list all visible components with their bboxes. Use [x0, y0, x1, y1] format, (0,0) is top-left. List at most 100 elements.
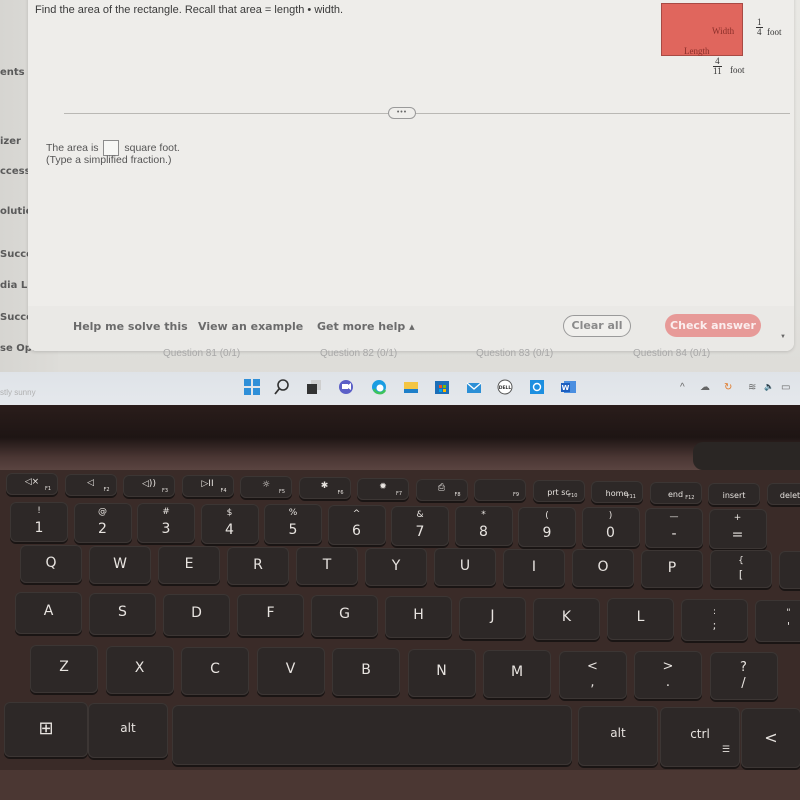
key-8[interactable]: * 8	[454, 506, 513, 547]
key-n[interactable]: N	[407, 649, 476, 697]
key-z[interactable]: Z	[30, 645, 98, 693]
function-key-delete[interactable]: delete	[766, 483, 800, 506]
function-key-f4[interactable]: ▷II F4	[181, 475, 234, 498]
help-me-solve-link[interactable]: Help me solve this	[73, 320, 188, 333]
windows-start-icon[interactable]	[244, 379, 260, 395]
key-'[interactable]: " '	[755, 600, 800, 642]
file-explorer-icon[interactable]	[403, 379, 419, 395]
microsoft-store-icon[interactable]	[434, 379, 450, 395]
key-main-label: R	[253, 556, 263, 573]
volume-icon[interactable]: 🔈	[764, 382, 774, 391]
key-d[interactable]: D	[163, 593, 230, 636]
key-u[interactable]: U	[434, 548, 496, 586]
dell-icon[interactable]: DELL	[497, 379, 513, 395]
key-main-label: C	[210, 660, 220, 677]
key-f[interactable]: F	[237, 594, 304, 637]
collapse-handle[interactable]: •••	[388, 107, 416, 119]
search-icon[interactable]	[274, 379, 290, 395]
function-key-f2[interactable]: ◁ F2	[64, 473, 117, 496]
key-x[interactable]: X	[105, 645, 174, 694]
key-0[interactable]: ) 0	[581, 507, 640, 548]
teams-chat-icon[interactable]	[338, 379, 354, 395]
key--[interactable]: — -	[645, 508, 703, 548]
key-t[interactable]: T	[296, 547, 358, 585]
question-tab-82[interactable]: Question 82 (0/1)	[320, 348, 397, 359]
wifi-icon[interactable]: ≋	[748, 382, 756, 393]
key-k[interactable]: K	[533, 597, 600, 640]
word-icon[interactable]: W	[561, 379, 577, 395]
alt-right-key[interactable]: alt	[578, 706, 658, 766]
key-i[interactable]: I	[503, 548, 565, 587]
key-q[interactable]: Q	[20, 545, 82, 583]
scroll-down-icon[interactable]: ▼	[780, 334, 786, 340]
key-r[interactable]: R	[227, 546, 289, 585]
key-p[interactable]: P	[641, 549, 703, 588]
key-;[interactable]: :;	[681, 599, 748, 642]
windows-key[interactable]: ⊞	[4, 702, 88, 757]
function-key-insert[interactable]: insert	[708, 482, 760, 505]
cortana-icon[interactable]	[529, 379, 545, 395]
key-s[interactable]: S	[89, 592, 156, 635]
clear-all-button[interactable]: Clear all	[563, 315, 631, 337]
key-w[interactable]: W	[89, 545, 151, 584]
sidebar-item-organizer[interactable]: izer	[0, 136, 21, 147]
battery-icon[interactable]: ▭	[781, 382, 790, 393]
function-key-f7[interactable]: ✹ F7	[357, 477, 409, 500]
key-.[interactable]: >.	[634, 651, 702, 700]
key-4[interactable]: $4	[200, 503, 259, 544]
sync-icon[interactable]: ↻	[724, 382, 732, 393]
key-][interactable]: }]	[779, 550, 800, 589]
key-c[interactable]: C	[181, 646, 249, 695]
key-5[interactable]: % 5	[264, 504, 322, 545]
question-tab-84[interactable]: Question 84 (0/1)	[633, 348, 710, 359]
key-b[interactable]: B	[332, 648, 400, 697]
key-e[interactable]: E	[158, 546, 220, 584]
edge-icon[interactable]	[371, 379, 387, 395]
question-tab-81[interactable]: Question 81 (0/1)	[163, 348, 240, 359]
get-more-help-link[interactable]: Get more help ▴	[317, 320, 415, 333]
function-key-f8[interactable]: ⎙ F8	[415, 478, 468, 501]
function-key-f3[interactable]: ◁)) F3	[123, 474, 175, 497]
task-view-icon[interactable]	[306, 379, 322, 395]
key-,[interactable]: <,	[558, 650, 627, 699]
view-example-link[interactable]: View an example	[198, 320, 303, 333]
weather-widget[interactable]: stly sunny	[0, 388, 36, 397]
function-key-f5[interactable]: ☼ F5	[240, 476, 292, 499]
function-key-f11[interactable]: home F11	[591, 481, 643, 503]
key-l[interactable]: L	[607, 598, 674, 641]
chevron-up-icon[interactable]: ^	[680, 382, 685, 393]
key-9[interactable]: (9	[518, 506, 576, 547]
key-7[interactable]: & 7	[391, 505, 449, 546]
key-=[interactable]: + =	[708, 508, 767, 549]
function-key-f12[interactable]: end F12	[649, 481, 702, 504]
function-key-f6[interactable]: ✱ F6	[298, 477, 351, 499]
key-g[interactable]: G	[311, 595, 378, 638]
key-j[interactable]: J	[459, 596, 526, 639]
key-a[interactable]: A	[15, 592, 82, 634]
key-3[interactable]: #3	[137, 503, 195, 544]
key-o[interactable]: O	[572, 549, 634, 587]
key-[[interactable]: {[	[710, 550, 772, 588]
key-shift-label: +	[733, 512, 742, 523]
mail-icon[interactable]	[466, 379, 482, 395]
key-main-label: 3	[161, 521, 171, 538]
key-y[interactable]: Y	[365, 547, 427, 586]
key-6[interactable]: ^ 6	[327, 505, 386, 545]
sidebar-item-assignments[interactable]: ents	[0, 67, 25, 78]
key-m[interactable]: M	[483, 649, 551, 698]
onedrive-cloud-icon[interactable]: ☁	[700, 382, 710, 393]
key-1[interactable]: ! 1	[10, 502, 68, 542]
key-2[interactable]: @2	[73, 502, 132, 543]
function-key-f9[interactable]: F9	[474, 479, 526, 502]
key-/[interactable]: ? /	[709, 652, 778, 701]
function-key-f10[interactable]: prt sc F10	[532, 480, 585, 503]
ctrl-right-key[interactable]: ctrl ☰	[660, 707, 740, 767]
arrow-left-key[interactable]: <	[741, 708, 800, 768]
spacebar[interactable]	[172, 705, 572, 765]
question-tab-83[interactable]: Question 83 (0/1)	[476, 348, 553, 359]
alt-left-key[interactable]: alt	[88, 703, 168, 758]
function-key-f1[interactable]: ◁× F1	[6, 473, 58, 495]
key-v[interactable]: V	[256, 647, 325, 696]
key-h[interactable]: H	[385, 596, 452, 638]
check-answer-button[interactable]: Check answer	[665, 314, 761, 337]
